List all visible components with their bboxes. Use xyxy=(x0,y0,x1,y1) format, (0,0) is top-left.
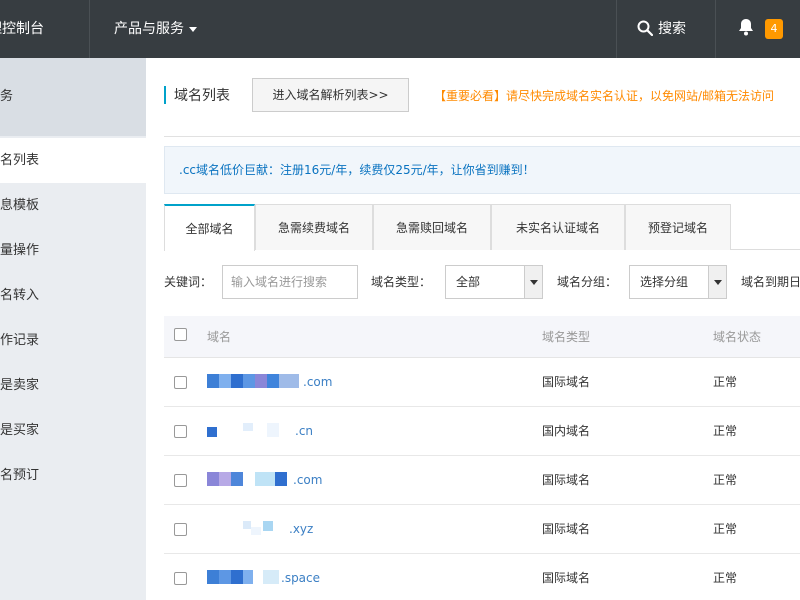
table-row[interactable]: .space 国际域名 正常 xyxy=(164,554,800,600)
row-checkbox[interactable] xyxy=(174,523,187,536)
dns-list-button[interactable]: 进入域名解析列表>> xyxy=(252,78,409,112)
col-domain-type[interactable]: 域名类型 xyxy=(542,316,590,358)
domain-group-value: 选择分组 xyxy=(640,275,689,289)
blurred-domain-name xyxy=(207,374,299,388)
row-checkbox[interactable] xyxy=(174,474,187,487)
notification-button[interactable] xyxy=(738,18,754,40)
keyword-label: 关键词： xyxy=(164,275,213,289)
realname-notice-link[interactable]: 【重要必看】请尽快完成域名实名认证，以免网站/邮箱无法访问 xyxy=(434,78,774,114)
top-navbar: 管理控制台 产品与服务 搜索 4 xyxy=(0,0,800,58)
keyword-search-input[interactable] xyxy=(222,265,358,299)
domain-link[interactable]: .com xyxy=(207,456,407,505)
blurred-domain-name xyxy=(207,472,299,486)
sidebar-item-label: 信息模板 xyxy=(0,198,40,213)
chevron-down-icon xyxy=(524,266,542,298)
domain-type-cell: 国际域名 xyxy=(542,571,591,585)
search-button[interactable]: 搜索 xyxy=(616,0,716,58)
domain-group-select[interactable]: 选择分组 xyxy=(629,265,727,299)
table-row[interactable]: .com 国际域名 正常 xyxy=(164,456,800,505)
sidebar-item-label: 我是卖家 xyxy=(0,378,40,393)
search-label: 搜索 xyxy=(658,21,686,37)
domain-type-cell: 国际域名 xyxy=(542,522,591,536)
domain-link[interactable]: .cn xyxy=(207,407,407,456)
chevron-down-icon xyxy=(708,266,726,298)
domain-suffix: .xyz xyxy=(289,522,314,536)
domain-status-cell: 正常 xyxy=(713,522,738,536)
sidebar-item-op-log[interactable]: 操作记录 xyxy=(0,318,146,363)
table-row[interactable]: .com 国际域名 正常 xyxy=(164,358,800,407)
page-title: 域名列表 xyxy=(174,88,230,104)
tab-redeem-urgent[interactable]: 急需赎回域名 xyxy=(373,204,491,250)
domain-suffix: .space xyxy=(281,571,321,585)
sidebar: 服务 域名列表 信息模板 批量操作 域名转入 操作记录 我是卖家 我是买家 域名… xyxy=(0,58,146,600)
domain-link[interactable]: .xyz xyxy=(207,505,407,554)
notification-count-badge[interactable]: 4 xyxy=(765,19,783,39)
row-checkbox[interactable] xyxy=(174,572,187,585)
domain-status-cell: 正常 xyxy=(713,473,738,487)
domain-type-cell: 国内域名 xyxy=(542,424,591,438)
sidebar-item-domain-transfer[interactable]: 域名转入 xyxy=(0,273,146,318)
domain-type-select[interactable]: 全部 xyxy=(445,265,543,299)
sidebar-item-buyer[interactable]: 我是买家 xyxy=(0,408,146,453)
row-checkbox[interactable] xyxy=(174,376,187,389)
col-domain-status[interactable]: 域名状态 xyxy=(713,316,761,358)
tab-preregistered[interactable]: 预登记域名 xyxy=(625,204,731,250)
tab-renew-urgent[interactable]: 急需续费域名 xyxy=(255,204,373,250)
sidebar-item-label: 域名预订 xyxy=(0,468,40,483)
domain-status-cell: 正常 xyxy=(713,375,738,389)
tab-all-domains[interactable]: 全部域名 xyxy=(164,204,255,251)
domain-status-cell: 正常 xyxy=(713,571,738,585)
select-all-checkbox[interactable] xyxy=(174,328,187,341)
domain-suffix: .com xyxy=(293,473,323,487)
domain-type-cell: 国际域名 xyxy=(542,375,591,389)
sidebar-item-label: 域名转入 xyxy=(0,288,40,303)
sidebar-item-label: 批量操作 xyxy=(0,243,40,258)
sidebar-item-reserve[interactable]: 域名预订 xyxy=(0,453,146,498)
table-row[interactable]: .cn 国内域名 正常 xyxy=(164,407,800,456)
title-row: 域名列表 进入域名解析列表>> 【重要必看】请尽快完成域名实名认证，以免网站/邮… xyxy=(164,78,800,114)
table-row[interactable]: .xyz 国际域名 正常 xyxy=(164,505,800,554)
sidebar-header-label: 服务 xyxy=(0,89,14,104)
blurred-domain-name xyxy=(207,423,299,437)
console-home-link[interactable]: 管理控制台 xyxy=(0,0,90,58)
domain-type-cell: 国际域名 xyxy=(542,473,591,487)
filter-bar: 关键词： 域名类型： 全部 域名分组： 选择分组 域名到期日 xyxy=(164,264,800,300)
sidebar-item-label: 操作记录 xyxy=(0,333,40,348)
sidebar-item-label: 我是买家 xyxy=(0,423,40,438)
domain-link[interactable]: .com xyxy=(207,358,407,407)
domain-tabs: 全部域名 急需续费域名 急需赎回域名 未实名认证域名 预登记域名 xyxy=(164,204,800,251)
domain-group-label: 域名分组： xyxy=(557,275,618,289)
search-icon xyxy=(637,20,654,37)
title-accent-bar xyxy=(164,86,166,104)
promo-banner[interactable]: .cc域名低价巨献：注册16元/年，续费仅25元/年，让你省到赚到！ xyxy=(164,146,800,194)
sidebar-item-seller[interactable]: 我是卖家 xyxy=(0,363,146,408)
sidebar-item-batch-ops[interactable]: 批量操作 xyxy=(0,228,146,273)
domain-type-value: 全部 xyxy=(456,275,481,289)
chevron-down-icon xyxy=(189,26,197,32)
domain-suffix: .cn xyxy=(295,424,314,438)
divider xyxy=(164,136,800,137)
blurred-domain-name xyxy=(207,521,299,535)
bell-icon xyxy=(739,19,753,36)
domain-type-label: 域名类型： xyxy=(371,275,432,289)
row-checkbox[interactable] xyxy=(174,425,187,438)
sidebar-item-label: 域名列表 xyxy=(0,153,40,168)
sidebar-item-domain-list[interactable]: 域名列表 xyxy=(0,138,146,183)
domain-link[interactable]: .space xyxy=(207,554,407,600)
domain-suffix: .com xyxy=(303,375,333,389)
products-menu-button[interactable]: 产品与服务 xyxy=(114,0,197,58)
main-content: 域名列表 进入域名解析列表>> 【重要必看】请尽快完成域名实名认证，以免网站/邮… xyxy=(146,58,800,600)
domain-status-cell: 正常 xyxy=(713,424,738,438)
sidebar-header[interactable]: 服务 xyxy=(0,58,146,136)
col-domain[interactable]: 域名 xyxy=(207,316,231,358)
expire-date-label: 域名到期日 xyxy=(741,275,800,289)
tab-unverified[interactable]: 未实名认证域名 xyxy=(491,204,625,250)
products-menu-label: 产品与服务 xyxy=(114,21,184,37)
table-header: 域名 域名类型 域名状态 xyxy=(164,316,800,358)
sidebar-item-info-template[interactable]: 信息模板 xyxy=(0,183,146,228)
console-title: 管理控制台 xyxy=(0,21,44,37)
